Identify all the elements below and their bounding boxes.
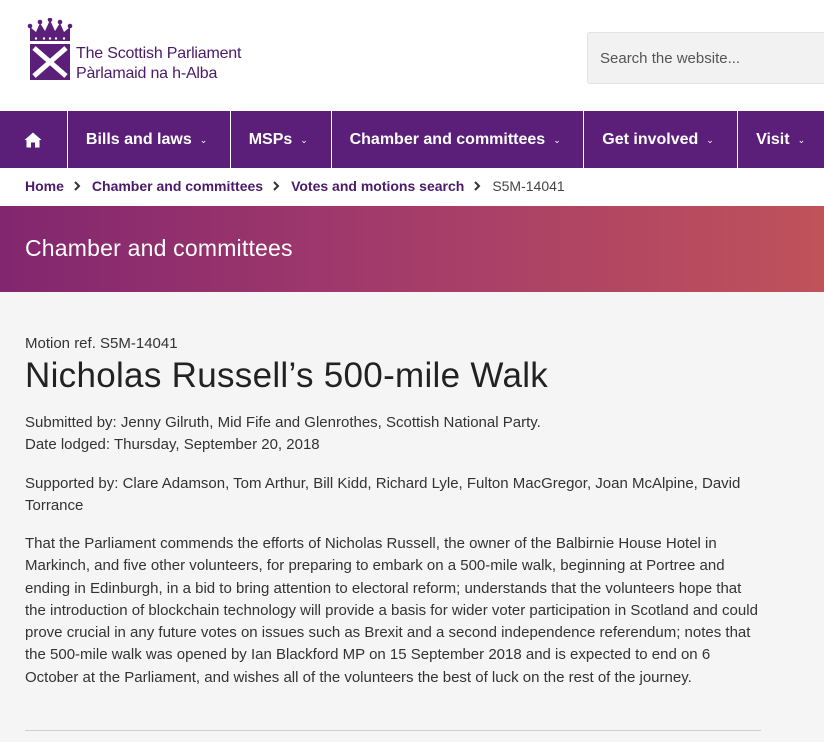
chevron-down-icon: ⌄	[300, 135, 308, 145]
chevron-right-icon	[472, 181, 482, 191]
nav-item-msps[interactable]: MSPs ⌄	[231, 111, 332, 168]
nav-item-visit[interactable]: Visit ⌄	[738, 111, 824, 168]
breadcrumb: Home Chamber and committees Votes and mo…	[25, 177, 565, 195]
page-title: Nicholas Russell’s 500-mile Walk	[25, 356, 549, 395]
nav-item-label: Get involved	[602, 130, 699, 148]
breadcrumb-chamber-and-committees[interactable]: Chamber and committees	[92, 178, 263, 194]
chevron-down-icon: ⌄	[553, 135, 561, 145]
breadcrumb-current: S5M-14041	[492, 178, 565, 194]
chevron-right-icon	[271, 181, 281, 191]
nav-item-label: Bills and laws	[85, 130, 192, 148]
nav-item-bills-and-laws[interactable]: Bills and laws ⌄	[68, 111, 231, 168]
divider	[25, 730, 761, 731]
search-box	[587, 32, 824, 84]
motion-content: Motion ref. S5M-14041 Nicholas Russell’s…	[0, 292, 824, 742]
logo-line-gaelic: Pàrlamaid na h-Alba	[76, 65, 218, 82]
submitted-by: Submitted by: Jenny Gilruth, Mid Fife an…	[25, 414, 541, 431]
chevron-down-icon: ⌄	[199, 135, 208, 145]
motion-reference: Motion ref. S5M-14041	[25, 335, 178, 352]
section-banner: Chamber and committees	[0, 206, 824, 292]
nav-item-chamber-and-committees[interactable]: Chamber and committees ⌄	[332, 111, 585, 168]
breadcrumb-home[interactable]: Home	[25, 178, 64, 194]
motion-meta: Submitted by: Jenny Gilruth, Mid Fife an…	[25, 412, 541, 456]
site-header: The Scottish Parliament Pàrlamaid na h-A…	[0, 0, 824, 111]
motion-text: That the Parliament commends the efforts…	[25, 535, 758, 686]
chevron-right-icon	[72, 181, 82, 191]
nav-item-get-involved[interactable]: Get involved ⌄	[584, 111, 739, 168]
nav-item-label: MSPs	[248, 130, 293, 148]
supported-by: Supported by: Clare Adamson, Tom Arthur,…	[25, 475, 741, 514]
main-nav: Bills and laws ⌄ MSPs ⌄ Chamber and comm…	[0, 111, 824, 168]
search-input[interactable]	[588, 33, 824, 83]
date-lodged: Date lodged: Thursday, September 20, 201…	[25, 436, 320, 453]
breadcrumb-votes-and-motions-search[interactable]: Votes and motions search	[291, 178, 464, 194]
home-icon	[24, 132, 42, 147]
logo-line-english: The Scottish Parliament	[76, 45, 242, 62]
banner-title: Chamber and committees	[25, 235, 293, 261]
logo-text[interactable]: The Scottish Parliament Pàrlamaid na h-A…	[76, 44, 241, 84]
chevron-down-icon: ⌄	[706, 135, 714, 145]
nav-item-label: Visit	[756, 130, 790, 148]
nav-item-label: Chamber and committees	[349, 130, 546, 148]
nav-home[interactable]	[0, 111, 68, 168]
chevron-down-icon: ⌄	[797, 135, 806, 145]
